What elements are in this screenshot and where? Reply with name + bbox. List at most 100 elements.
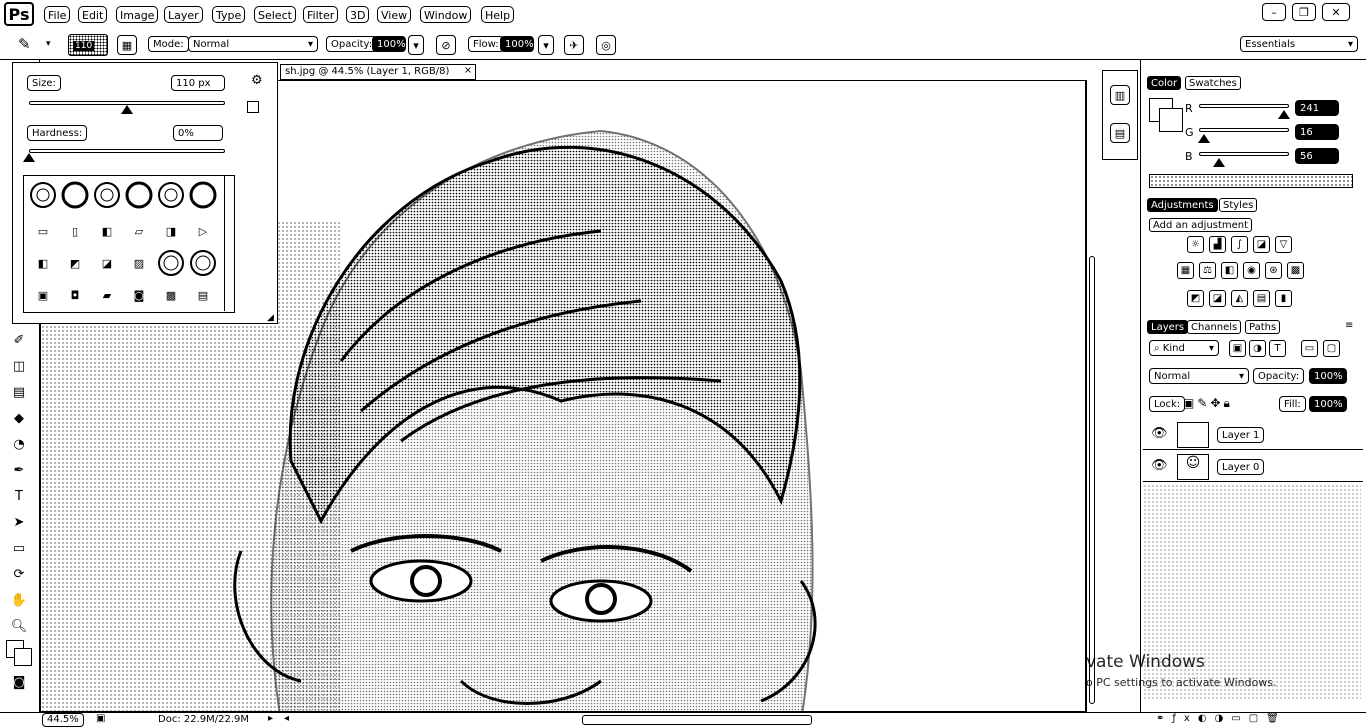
brush-preset[interactable]: ◙ [124, 280, 154, 310]
flow-dropdown-icon[interactable]: ▾ [538, 35, 554, 55]
lock-icons[interactable]: ▣✎✥🔒︎ [1183, 396, 1233, 411]
color-balance-icon[interactable]: ⚖ [1199, 262, 1216, 279]
tab-layers[interactable]: Layers [1147, 320, 1189, 334]
opacity-input[interactable]: 100% [372, 36, 406, 52]
channel-r-input[interactable]: 241 [1295, 100, 1339, 116]
brush-preset[interactable]: ▤ [188, 280, 218, 310]
channel-mixer-icon[interactable]: ⊛ [1265, 262, 1282, 279]
properties-panel-icon[interactable]: ▤ [1110, 123, 1130, 143]
close-window-button[interactable]: ✕ [1322, 3, 1350, 21]
brush-preset[interactable]: ▱ [124, 216, 154, 246]
close-document-icon[interactable]: × [462, 65, 474, 77]
brush-grid-scrollbar[interactable] [224, 176, 234, 311]
tab-adjustments[interactable]: Adjustments [1147, 198, 1218, 212]
brush-preset[interactable]: ▰ [92, 280, 122, 310]
brush-preset[interactable]: ▨ [124, 248, 154, 278]
new-preset-icon[interactable] [247, 101, 259, 113]
menu-layer[interactable]: Layer [164, 6, 203, 23]
layer-name[interactable]: Layer 1 [1217, 427, 1265, 443]
filter-pixel-icon[interactable]: ▣ [1229, 340, 1246, 357]
brush-tool-icon[interactable]: ✎ [18, 35, 31, 53]
quick-mask-icon[interactable]: ◙ [8, 672, 30, 692]
gradient-icon[interactable]: ▤ [8, 382, 30, 402]
blur-icon[interactable]: ◆ [8, 408, 30, 428]
black-white-icon[interactable]: ◧ [1221, 262, 1238, 279]
canvas-vertical-scrollbar[interactable] [1086, 80, 1100, 712]
brush-preset[interactable]: ◪ [92, 248, 122, 278]
brush-preset[interactable]: ◧ [92, 216, 122, 246]
filter-adjustment-icon[interactable]: ◑ [1249, 340, 1266, 357]
channel-r-thumb[interactable] [1277, 110, 1290, 119]
size-input[interactable]: 110 px [171, 75, 225, 91]
background-color-chip[interactable] [1159, 108, 1183, 132]
history-brush-icon[interactable]: ✐ [8, 330, 30, 350]
3d-rotate-icon[interactable]: ⟳ [8, 564, 30, 584]
vibrance-icon[interactable]: ▽ [1275, 236, 1292, 253]
exposure-icon[interactable]: ◪ [1253, 236, 1270, 253]
gear-icon[interactable]: ⚙ [251, 73, 263, 88]
threshold-icon[interactable]: ◭ [1231, 290, 1248, 307]
pressure-size-icon[interactable]: ◎ [596, 35, 616, 55]
brush-preset[interactable]: ▷ [188, 216, 218, 246]
channel-g-thumb[interactable] [1198, 134, 1211, 143]
channel-g-slider[interactable] [1199, 128, 1289, 132]
brush-preset[interactable]: ▭ [28, 216, 58, 246]
layer-name[interactable]: Layer 0 [1217, 459, 1265, 475]
channel-b-thumb[interactable] [1212, 158, 1225, 167]
hand-icon[interactable]: ✋ [8, 590, 30, 610]
workspace-switcher[interactable]: Essentials ▾ [1240, 36, 1358, 52]
brush-preset[interactable] [28, 180, 58, 210]
minimize-button[interactable]: – [1262, 3, 1286, 21]
resize-grip-icon[interactable]: ◢ [267, 313, 274, 323]
opacity-dropdown-icon[interactable]: ▾ [408, 35, 424, 55]
eraser-icon[interactable]: ◫ [8, 356, 30, 376]
tab-paths[interactable]: Paths [1245, 320, 1281, 334]
brush-preset[interactable] [156, 248, 186, 278]
brush-preset[interactable] [124, 180, 154, 210]
color-lookup-icon[interactable]: ▩ [1287, 262, 1304, 279]
tab-channels[interactable]: Channels [1187, 320, 1242, 334]
brush-preset[interactable]: ◘ [60, 280, 90, 310]
layer-opacity-input[interactable]: 100% [1309, 368, 1347, 384]
menu-3d[interactable]: 3D [346, 6, 370, 23]
tab-styles[interactable]: Styles [1219, 198, 1258, 212]
layer-row[interactable]: 👁︎ ☺ Layer 0 [1143, 452, 1363, 482]
channel-r-slider[interactable] [1199, 104, 1289, 108]
brush-preset[interactable] [92, 180, 122, 210]
posterize-icon[interactable]: ◪ [1209, 290, 1226, 307]
restore-button[interactable]: ❐ [1292, 3, 1316, 21]
brightness-contrast-icon[interactable]: ☼ [1187, 236, 1204, 253]
brush-preset[interactable]: ▯ [60, 216, 90, 246]
color-spectrum-ramp[interactable] [1149, 174, 1353, 188]
status-menu-arrow-icon[interactable]: ▸ [268, 713, 273, 724]
dodge-icon[interactable]: ◔ [8, 434, 30, 454]
brush-preset[interactable] [60, 180, 90, 210]
pen-icon[interactable]: ✒ [8, 460, 30, 480]
visibility-eye-icon[interactable]: 👁︎ [1151, 426, 1168, 441]
brush-preset[interactable] [156, 180, 186, 210]
channel-g-input[interactable]: 16 [1295, 124, 1339, 140]
channel-b-input[interactable]: 56 [1295, 148, 1339, 164]
hardness-slider[interactable] [29, 149, 225, 153]
mode-select[interactable]: Normal ▾ [188, 36, 318, 52]
brush-preset[interactable]: ◩ [60, 248, 90, 278]
scrollbar-thumb[interactable] [1089, 256, 1095, 704]
background-color-swatch[interactable] [14, 648, 32, 666]
flow-input[interactable]: 100% [500, 36, 534, 52]
fill-input[interactable]: 100% [1309, 396, 1347, 412]
rectangle-shape-icon[interactable]: ▭ [8, 538, 30, 558]
brush-preset[interactable]: ◨ [156, 216, 186, 246]
history-panel-icon[interactable]: ▥ [1110, 85, 1130, 105]
menu-window[interactable]: Window [420, 6, 472, 23]
horizontal-scrollbar[interactable] [582, 715, 812, 725]
visibility-eye-icon[interactable]: 👁︎ [1151, 458, 1168, 473]
panel-menu-icon[interactable]: ≡ [1345, 320, 1353, 331]
invert-icon[interactable]: ◩ [1187, 290, 1204, 307]
brush-preset[interactable]: ▣ [28, 280, 58, 310]
menu-file[interactable]: File [44, 6, 71, 23]
zoom-level[interactable]: 44.5% [42, 713, 84, 727]
selective-color-icon[interactable]: ▮ [1275, 290, 1292, 307]
menu-image[interactable]: Image [116, 6, 159, 23]
curves-icon[interactable]: ∫ [1231, 236, 1248, 253]
brush-preset[interactable] [188, 248, 218, 278]
